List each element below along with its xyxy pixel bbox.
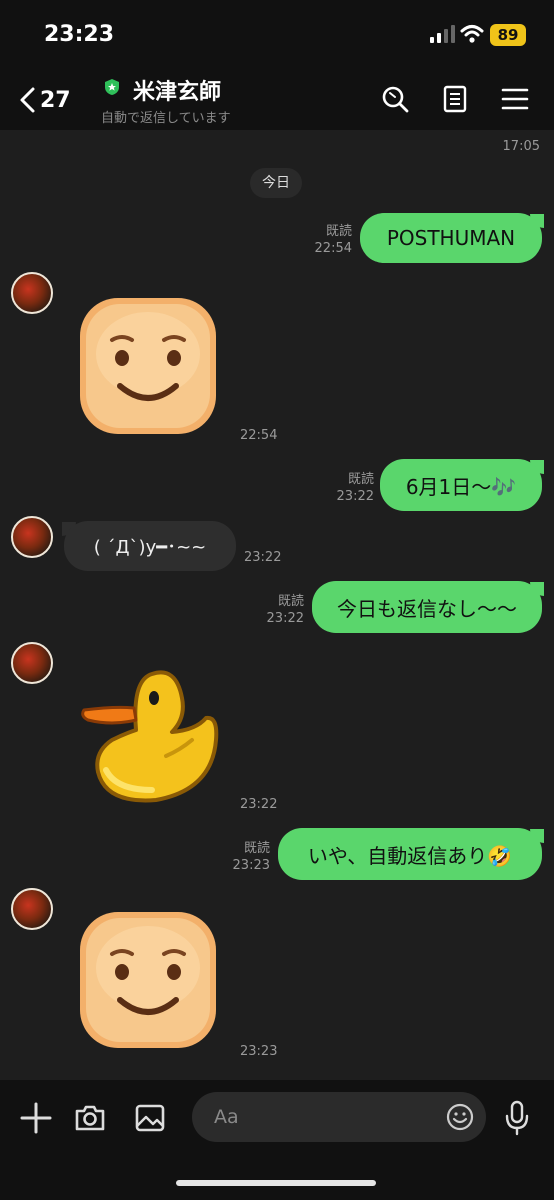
read-receipt: 既読 (243, 841, 270, 856)
status-time: 23:23 (44, 22, 115, 47)
message-meta: 既読 23:22 (322, 471, 374, 505)
chat-header: 27 米津玄師 自動で返信しています (0, 70, 554, 130)
chat-title[interactable]: 米津玄師 (133, 74, 221, 106)
verified-shield-icon (105, 79, 119, 95)
read-receipt: 既読 (347, 472, 374, 487)
status-bar: 23:23 89 (0, 0, 554, 70)
emoji-icon[interactable] (446, 1103, 474, 1131)
incoming-message-bubble[interactable]: ( ´Д`)y━･~~ (64, 521, 236, 571)
message-time: 22:54 (240, 428, 278, 443)
outgoing-message-bubble[interactable]: 6月1日〜🎶 (380, 459, 542, 511)
wifi-icon (460, 25, 484, 43)
cellular-signal-icon (430, 25, 455, 43)
microphone-icon[interactable] (504, 1100, 530, 1136)
image-icon[interactable] (134, 1102, 166, 1134)
message-input-bar: Aa (0, 1080, 554, 1200)
menu-icon[interactable] (500, 84, 530, 114)
message-list[interactable]: 17:05 今日 既読 22:54 POSTHUMAN 22:54 既読 23:… (0, 130, 554, 1080)
message-meta: 既読 23:22 (252, 593, 304, 627)
smile-face-sticker[interactable] (76, 294, 220, 438)
back-button[interactable]: 27 (18, 84, 78, 116)
notes-icon[interactable] (440, 84, 470, 114)
chevron-left-icon (20, 87, 35, 113)
message-time: 22:54 (314, 241, 352, 256)
avatar[interactable] (11, 272, 53, 314)
message-time: 23:22 (240, 797, 278, 812)
smile-face-sticker[interactable] (76, 908, 220, 1052)
camera-icon[interactable] (74, 1102, 106, 1134)
read-receipt: 既読 (325, 224, 352, 239)
plus-icon[interactable] (20, 1102, 52, 1134)
home-indicator[interactable] (176, 1180, 376, 1186)
avatar[interactable] (11, 642, 53, 684)
outgoing-message-bubble[interactable]: 今日も返信なし〜〜 (312, 581, 542, 633)
outgoing-message-bubble[interactable]: POSTHUMAN (360, 213, 542, 263)
unread-count: 27 (40, 87, 71, 113)
duck-sticker[interactable] (76, 660, 220, 806)
date-separator: 今日 (250, 168, 302, 198)
message-input[interactable]: Aa (192, 1092, 486, 1142)
message-input-placeholder: Aa (214, 1106, 239, 1128)
message-meta: 既読 22:54 (300, 223, 352, 257)
avatar[interactable] (11, 888, 53, 930)
battery-level: 89 (490, 24, 526, 46)
message-time: 23:23 (240, 1044, 278, 1059)
message-time: 23:22 (266, 611, 304, 626)
message-meta: 既読 23:23 (218, 840, 270, 874)
outgoing-message-bubble[interactable]: いや、自動返信あり🤣 (278, 828, 542, 880)
previous-message-time: 17:05 (502, 139, 540, 154)
read-receipt: 既読 (277, 594, 304, 609)
avatar[interactable] (11, 516, 53, 558)
message-time: 23:22 (336, 489, 374, 504)
message-time: 23:22 (244, 550, 282, 565)
search-icon[interactable] (380, 84, 410, 114)
message-time: 23:23 (232, 858, 270, 873)
chat-subtitle: 自動で返信しています (101, 111, 231, 126)
